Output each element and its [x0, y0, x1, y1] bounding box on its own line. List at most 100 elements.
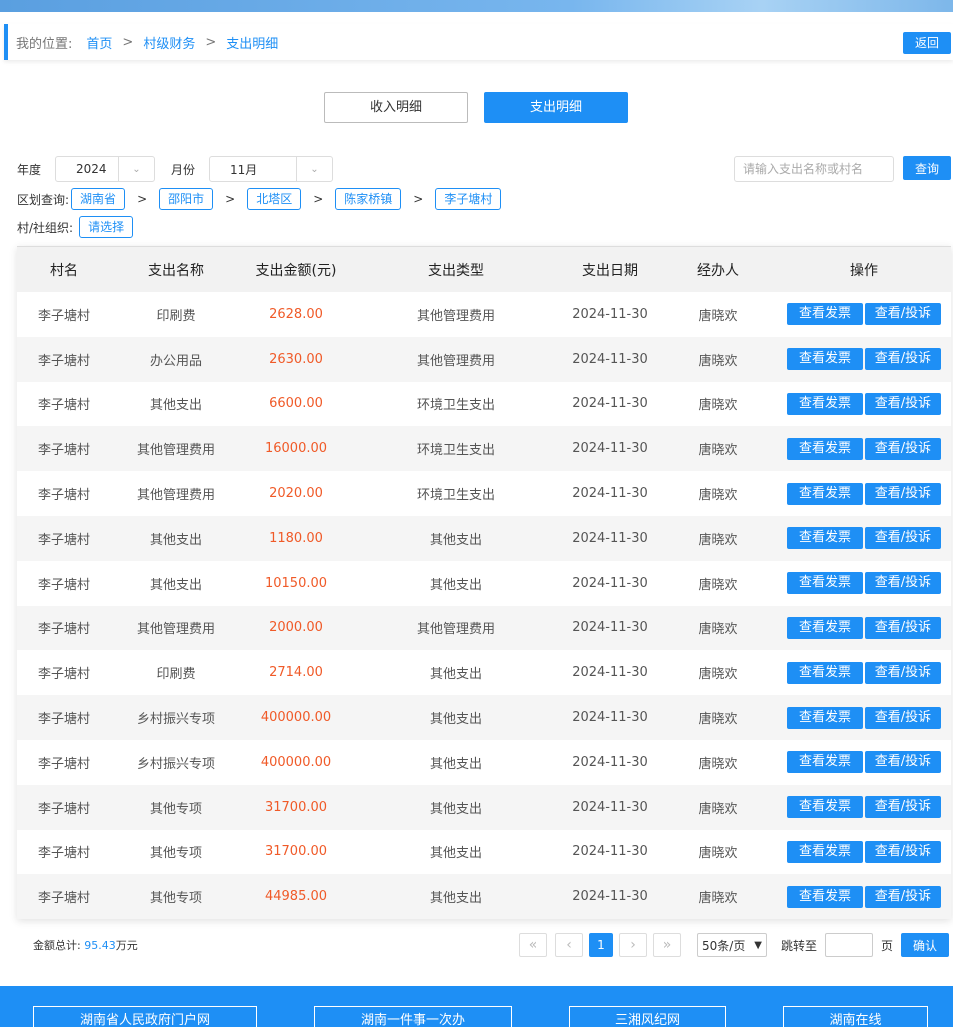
- jump-page-input[interactable]: [825, 933, 874, 957]
- view-complaint-button[interactable]: 查看/投诉: [865, 437, 941, 460]
- breadcrumb: 我的位置: 首页 > 村级财务 > 支出明细 返回: [4, 24, 953, 60]
- view-complaint-button[interactable]: 查看/投诉: [865, 751, 941, 774]
- table-row: 李子塘村 其他支出 10150.00 其他支出 2024-11-30 唐晓欢 查看发票 查看/…: [17, 560, 951, 606]
- cell-date: 2024-11-30: [561, 381, 659, 427]
- cell-village: 李子塘村: [17, 605, 111, 651]
- cell-actions: 查看发票 查看/投诉: [777, 515, 951, 561]
- table-row: 李子塘村 其他专项 31700.00 其他支出 2024-11-30 唐晓欢 查看发票 查看/…: [17, 829, 951, 875]
- view-invoice-button[interactable]: 查看发票: [787, 572, 863, 595]
- chevron-down-icon: ▼: [754, 939, 762, 951]
- region-label: 区划查询:: [17, 192, 70, 207]
- org-select-button[interactable]: 请选择: [79, 216, 134, 238]
- footer-link-gov-portal[interactable]: 湖南省人民政府门户网: [33, 1006, 257, 1027]
- cell-type: 环境卫生支出: [351, 426, 561, 472]
- cell-actions: 查看发票 查看/投诉: [777, 829, 951, 875]
- cell-village: 李子塘村: [17, 426, 111, 472]
- view-complaint-button[interactable]: 查看/投诉: [865, 796, 941, 819]
- view-complaint-button[interactable]: 查看/投诉: [865, 348, 941, 371]
- view-complaint-button[interactable]: 查看/投诉: [865, 661, 941, 684]
- view-invoice-button[interactable]: 查看发票: [787, 840, 863, 863]
- table-row: 李子塘村 乡村振兴专项 400000.00 其他支出 2024-11-30 唐晓欢 查看发票…: [17, 695, 951, 740]
- region-tag-town[interactable]: 陈家桥镇: [335, 188, 402, 210]
- view-invoice-button[interactable]: 查看发票: [787, 392, 863, 415]
- cell-type: 其他管理费用: [351, 336, 561, 382]
- view-complaint-button[interactable]: 查看/投诉: [865, 527, 941, 550]
- cell-amount: 6600.00: [241, 381, 351, 427]
- cell-actions: 查看发票 查看/投诉: [777, 784, 951, 830]
- region-separator: >: [137, 192, 148, 206]
- cell-name: 其他专项: [111, 829, 241, 875]
- cell-type: 环境卫生支出: [351, 381, 561, 427]
- cell-handler: 唐晓欢: [659, 560, 777, 606]
- breadcrumb-home[interactable]: 首页: [86, 33, 112, 52]
- cell-amount: 400000.00: [241, 695, 351, 740]
- cell-name: 其他支出: [111, 515, 241, 561]
- cell-handler: 唐晓欢: [659, 426, 777, 472]
- confirm-jump-button[interactable]: 确认: [901, 933, 950, 957]
- month-select[interactable]: 11月 ⌄: [209, 156, 333, 182]
- view-complaint-button[interactable]: 查看/投诉: [865, 616, 941, 639]
- last-page-icon[interactable]: »: [653, 933, 681, 957]
- table-row: 李子塘村 其他支出 1180.00 其他支出 2024-11-30 唐晓欢 查看发票 查看/投…: [17, 515, 951, 561]
- view-invoice-button[interactable]: 查看发票: [787, 796, 863, 819]
- cell-amount: 10150.00: [241, 560, 351, 606]
- table-header-row: 村名 支出名称 支出金额(元) 支出类型 支出日期 经办人 操作: [17, 247, 951, 292]
- view-complaint-button[interactable]: 查看/投诉: [865, 706, 941, 729]
- cell-actions: 查看发票 查看/投诉: [777, 739, 951, 785]
- view-invoice-button[interactable]: 查看发票: [787, 482, 863, 505]
- cell-actions: 查看发票 查看/投诉: [777, 471, 951, 516]
- footer-link-hunan-online[interactable]: 湖南在线: [783, 1006, 928, 1027]
- view-invoice-button[interactable]: 查看发票: [787, 303, 863, 326]
- tab-expense-detail[interactable]: 支出明细: [484, 92, 628, 123]
- page-number-current[interactable]: 1: [589, 933, 613, 957]
- region-tag-district[interactable]: 北塔区: [247, 188, 302, 210]
- view-invoice-button[interactable]: 查看发票: [787, 437, 863, 460]
- cell-actions: 查看发票 查看/投诉: [777, 426, 951, 472]
- region-separator: >: [413, 192, 424, 206]
- view-invoice-button[interactable]: 查看发票: [787, 348, 863, 371]
- region-tag-city[interactable]: 邵阳市: [159, 188, 214, 210]
- cell-handler: 唐晓欢: [659, 784, 777, 830]
- cell-name: 印刷费: [111, 292, 241, 337]
- view-invoice-button[interactable]: 查看发票: [787, 527, 863, 550]
- region-tag-province[interactable]: 湖南省: [71, 188, 126, 210]
- table-row: 李子塘村 其他支出 6600.00 环境卫生支出 2024-11-30 唐晓欢 查看发票 查看…: [17, 381, 951, 427]
- cell-actions: 查看发票 查看/投诉: [777, 874, 951, 920]
- search-input[interactable]: [734, 156, 894, 182]
- total-value: 95.43: [84, 939, 116, 952]
- page-size-select[interactable]: 50条/页 ▼: [697, 933, 767, 957]
- view-invoice-button[interactable]: 查看发票: [787, 616, 863, 639]
- first-page-icon[interactable]: «: [519, 933, 547, 957]
- view-complaint-button[interactable]: 查看/投诉: [865, 392, 941, 415]
- view-complaint-button[interactable]: 查看/投诉: [865, 482, 941, 505]
- next-page-icon[interactable]: ›: [619, 933, 647, 957]
- cell-type: 其他支出: [351, 695, 561, 740]
- cell-name: 其他支出: [111, 381, 241, 427]
- prev-page-icon[interactable]: ‹: [555, 933, 583, 957]
- month-label: 月份: [171, 162, 196, 177]
- footer-link-one-thing[interactable]: 湖南一件事一次办: [314, 1006, 512, 1027]
- tab-income-detail[interactable]: 收入明细: [324, 92, 468, 123]
- breadcrumb-expense-detail[interactable]: 支出明细: [226, 33, 278, 52]
- table-row: 李子塘村 印刷费 2714.00 其他支出 2024-11-30 唐晓欢 查看发票 查看/投诉: [17, 650, 951, 696]
- view-complaint-button[interactable]: 查看/投诉: [865, 303, 941, 326]
- cell-handler: 唐晓欢: [659, 605, 777, 651]
- view-invoice-button[interactable]: 查看发票: [787, 885, 863, 908]
- cell-village: 李子塘村: [17, 784, 111, 830]
- cell-date: 2024-11-30: [561, 560, 659, 606]
- region-tag-village[interactable]: 李子塘村: [435, 188, 502, 210]
- view-complaint-button[interactable]: 查看/投诉: [865, 840, 941, 863]
- view-complaint-button[interactable]: 查看/投诉: [865, 572, 941, 595]
- column-header-date: 支出日期: [561, 247, 659, 292]
- footer-link-discipline[interactable]: 三湘风纪网: [569, 1006, 726, 1027]
- view-complaint-button[interactable]: 查看/投诉: [865, 885, 941, 908]
- view-invoice-button[interactable]: 查看发票: [787, 751, 863, 774]
- column-header-type: 支出类型: [351, 247, 561, 292]
- view-invoice-button[interactable]: 查看发票: [787, 706, 863, 729]
- back-button[interactable]: 返回: [903, 32, 951, 54]
- view-invoice-button[interactable]: 查看发票: [787, 661, 863, 684]
- year-select[interactable]: 2024 ⌄: [55, 156, 155, 182]
- breadcrumb-village-finance[interactable]: 村级财务: [143, 33, 195, 52]
- query-button[interactable]: 查询: [903, 156, 951, 180]
- cell-village: 李子塘村: [17, 292, 111, 337]
